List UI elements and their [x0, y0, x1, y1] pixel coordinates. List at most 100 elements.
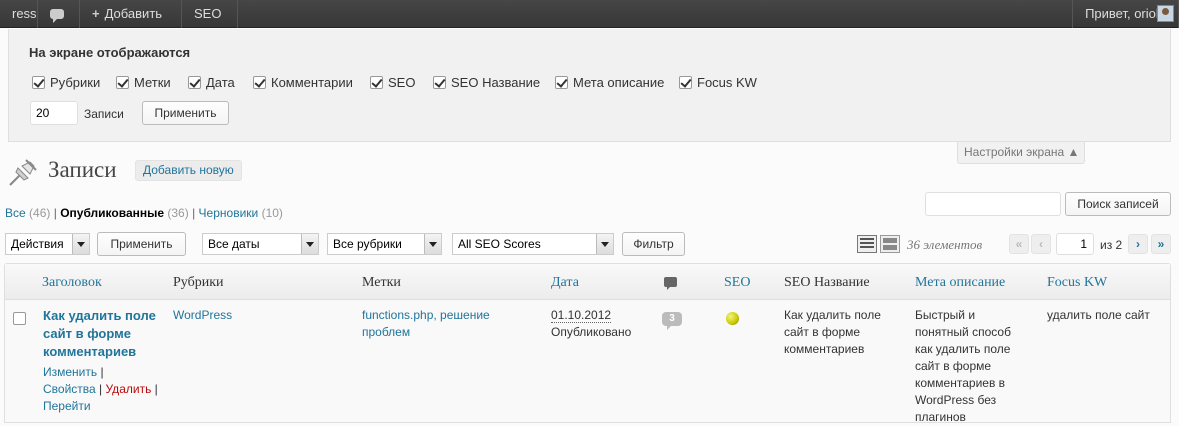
admin-bar-wordpress-link[interactable]: ress — [0, 0, 38, 28]
bulk-action-value: Действия — [11, 237, 64, 251]
category-filter-select[interactable]: Все рубрики — [327, 233, 442, 255]
seo-score-dot — [726, 312, 739, 325]
admin-bar-account-menu[interactable]: Привет, oriolo — [1072, 0, 1179, 28]
column-toggle-label: Дата — [206, 75, 235, 90]
column-header-title[interactable]: Заголовок — [42, 275, 102, 291]
column-toggle-seo[interactable]: SEO — [370, 75, 415, 90]
screen-options-panel: На экране отображаются Рубрики Метки Дат… — [8, 29, 1171, 142]
column-toggle-checkbox[interactable] — [116, 76, 129, 89]
seo-score-filter-select[interactable]: All SEO Scores — [452, 233, 614, 255]
prev-page-button[interactable]: ‹ — [1031, 234, 1051, 254]
column-header-tags: Метки — [362, 275, 401, 290]
total-pages: из 2 — [1100, 238, 1123, 252]
row-actions: Изменить | Свойства | Удалить | Перейти — [43, 365, 158, 413]
post-category-link[interactable]: WordPress — [173, 307, 232, 324]
column-toggle-checkbox[interactable] — [433, 76, 446, 89]
column-header-categories: Рубрики — [173, 275, 224, 290]
column-toggle-checkbox[interactable] — [188, 76, 201, 89]
bulk-apply-button[interactable]: Применить — [97, 232, 186, 256]
column-toggle-checkbox[interactable] — [679, 76, 692, 89]
tags-label[interactable]: functions.php, решение проблем — [362, 308, 490, 339]
column-toggle-meta-desc[interactable]: Мета описание — [555, 75, 664, 90]
next-page-button[interactable]: › — [1128, 234, 1148, 254]
list-view-icon[interactable] — [857, 235, 877, 253]
view-all-count: (46) — [29, 206, 51, 220]
add-new-post-button[interactable]: Добавить новую — [135, 160, 242, 181]
table-header: Заголовок Рубрики Метки Дата SEO SEO Наз… — [5, 264, 1170, 300]
column-toggle-focus-kw[interactable]: Focus KW — [679, 75, 757, 90]
admin-bar-new-label: Добавить — [104, 6, 163, 21]
column-toggle-categories[interactable]: Рубрики — [32, 75, 100, 90]
column-toggle-label: Мета описание — [573, 75, 665, 90]
post-status: Опубликовано — [551, 325, 632, 339]
column-toggle-checkbox[interactable] — [253, 76, 266, 89]
view-published-link[interactable]: Опубликованные (36) — [60, 206, 189, 220]
row-checkbox[interactable] — [13, 312, 26, 325]
column-toggle-date[interactable]: Дата — [188, 75, 235, 90]
chevron-down-icon — [596, 234, 613, 254]
excerpt-view-icon[interactable] — [880, 235, 900, 253]
column-toggle-checkbox[interactable] — [32, 76, 45, 89]
column-toggle-checkbox[interactable] — [370, 76, 383, 89]
column-toggle-comments[interactable]: Комментарии — [253, 75, 353, 90]
page-title: Записи — [48, 157, 117, 182]
post-tags[interactable]: functions.php, решение проблем — [362, 307, 512, 341]
admin-bar-comments-link[interactable] — [38, 0, 80, 28]
pushpin-icon — [9, 159, 37, 186]
search-posts-button[interactable]: Поиск записей — [1065, 192, 1171, 216]
chevron-down-icon — [301, 234, 318, 254]
bulk-action-select[interactable]: Действия — [5, 233, 90, 255]
last-page-button[interactable]: » — [1151, 234, 1171, 254]
column-header-seo[interactable]: SEO — [724, 275, 750, 291]
delete-link[interactable]: Удалить — [106, 382, 152, 396]
date-filter-value: Все даты — [208, 237, 260, 251]
seo-score-filter-value: All SEO Scores — [458, 237, 541, 251]
per-page-input[interactable] — [30, 101, 78, 125]
avatar-icon — [1157, 5, 1174, 22]
admin-bar-seo-menu[interactable]: SEO — [182, 0, 238, 28]
plus-icon: + — [92, 6, 100, 21]
view-drafts-link[interactable]: Черновики (10) — [199, 206, 283, 220]
column-header-meta-desc[interactable]: Мета описание — [915, 275, 1005, 291]
admin-bar-new-content[interactable]: + Добавить — [80, 0, 182, 28]
search-input[interactable] — [925, 192, 1061, 216]
filter-button[interactable]: Фильтр — [622, 232, 685, 256]
quick-edit-link[interactable]: Свойства — [43, 382, 96, 396]
column-toggle-label: Focus KW — [697, 75, 757, 90]
admin-bar-greeting: Привет, oriolo — [1085, 6, 1166, 21]
column-toggle-tags[interactable]: Метки — [116, 75, 171, 90]
view-drafts-count: (10) — [261, 206, 283, 220]
column-toggle-label: Рубрики — [50, 75, 101, 90]
column-header-focus-kw[interactable]: Focus KW — [1047, 275, 1107, 291]
first-page-button[interactable]: « — [1009, 234, 1029, 254]
current-page-input[interactable] — [1056, 233, 1094, 255]
comment-count-bubble[interactable]: 3 — [662, 312, 682, 330]
chevron-down-icon — [72, 234, 89, 254]
post-title-link[interactable]: Как удалить поле сайт в форме комментари… — [43, 307, 168, 361]
items-count: 36 элементов — [907, 237, 983, 252]
date-value: 01.10.2012 — [551, 308, 612, 323]
screen-options-tab[interactable]: Настройки экрана ▲ — [957, 142, 1085, 164]
category-label[interactable]: WordPress — [173, 308, 232, 322]
post-date: 01.10.2012 Опубликовано — [551, 307, 631, 341]
chevron-down-icon — [424, 234, 441, 254]
view-all-link[interactable]: Все (46) — [5, 206, 50, 220]
screen-options-apply-button[interactable]: Применить — [142, 101, 229, 125]
admin-bar-seo-label: SEO — [194, 6, 222, 21]
column-toggle-seo-title[interactable]: SEO Название — [433, 75, 540, 90]
column-toggle-checkbox[interactable] — [555, 76, 568, 89]
per-page-label: Записи — [84, 107, 124, 121]
column-header-date[interactable]: Дата — [551, 275, 579, 291]
status-views: Все (46) | Опубликованные (36) | Чернови… — [5, 206, 283, 220]
edit-link[interactable]: Изменить — [43, 365, 97, 379]
separator: | — [53, 206, 57, 220]
screen-options-title: На экране отображаются — [29, 45, 191, 60]
column-toggle-label: SEO — [388, 75, 416, 90]
comments-column-icon[interactable] — [664, 277, 677, 290]
view-link[interactable]: Перейти — [43, 399, 91, 413]
column-toggle-label: Комментарии — [271, 75, 353, 90]
column-toggle-label: Метки — [134, 75, 171, 90]
date-filter-select[interactable]: Все даты — [202, 233, 319, 255]
view-all-label: Все — [5, 206, 26, 220]
posts-table: Заголовок Рубрики Метки Дата SEO SEO Наз… — [4, 263, 1171, 424]
